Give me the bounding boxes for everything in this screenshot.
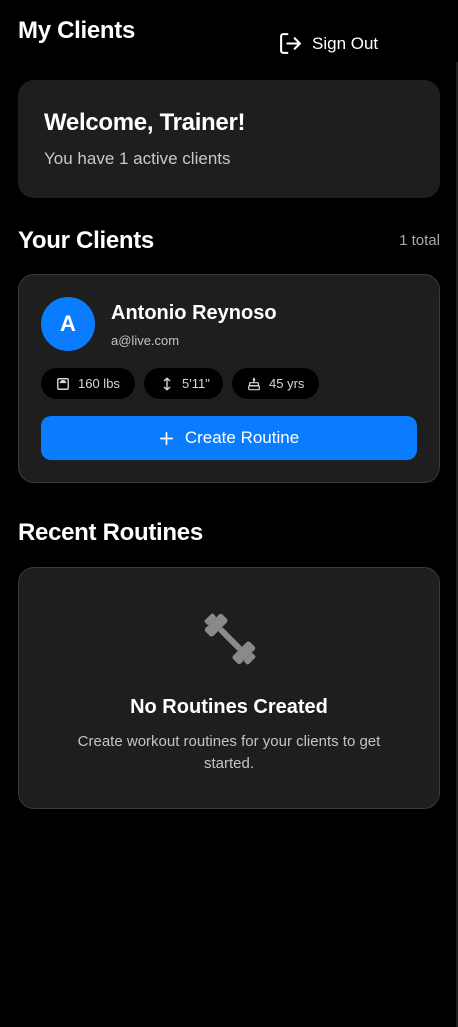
logout-icon <box>280 33 301 54</box>
dumbbell-icon <box>204 613 256 665</box>
sign-out-label: Sign Out <box>312 33 379 53</box>
avatar: A <box>41 297 95 351</box>
scale-icon <box>57 377 69 390</box>
height-badge: 5'11" <box>144 368 223 399</box>
client-name: Antonio Reynoso <box>111 302 277 324</box>
client-card[interactable]: A Antonio Reynoso a@live.com 160 lbs 5'1… <box>18 274 440 483</box>
height-value: 5'11" <box>182 376 210 391</box>
plus-icon <box>159 431 173 445</box>
empty-routines-card: No Routines Created Create workout routi… <box>18 567 440 809</box>
age-value: 45 yrs <box>269 376 305 391</box>
client-stats: 160 lbs 5'11" 45 yrs <box>41 368 319 399</box>
clients-section-title: Your Clients <box>18 227 154 254</box>
empty-state-description: Create workout routines for your clients… <box>77 733 381 772</box>
height-icon <box>163 377 171 390</box>
client-email: a@live.com <box>111 333 180 348</box>
welcome-card: Welcome, Trainer! You have 1 active clie… <box>18 80 440 198</box>
clients-total-count: 1 total <box>399 232 440 249</box>
age-badge: 45 yrs <box>232 368 319 399</box>
cake-icon <box>248 377 260 390</box>
routines-section-title: Recent Routines <box>18 519 203 546</box>
welcome-title: Welcome, Trainer! <box>44 109 246 136</box>
welcome-subtitle: You have 1 active clients <box>44 149 231 168</box>
sign-out-button[interactable]: Sign Out <box>278 31 378 56</box>
weight-value: 160 lbs <box>78 376 120 391</box>
weight-badge: 160 lbs <box>41 368 135 399</box>
empty-state-title: No Routines Created <box>130 696 328 718</box>
page-title: My Clients <box>18 17 136 44</box>
create-routine-label: Create Routine <box>184 428 300 447</box>
create-routine-button[interactable]: Create Routine <box>41 416 417 460</box>
